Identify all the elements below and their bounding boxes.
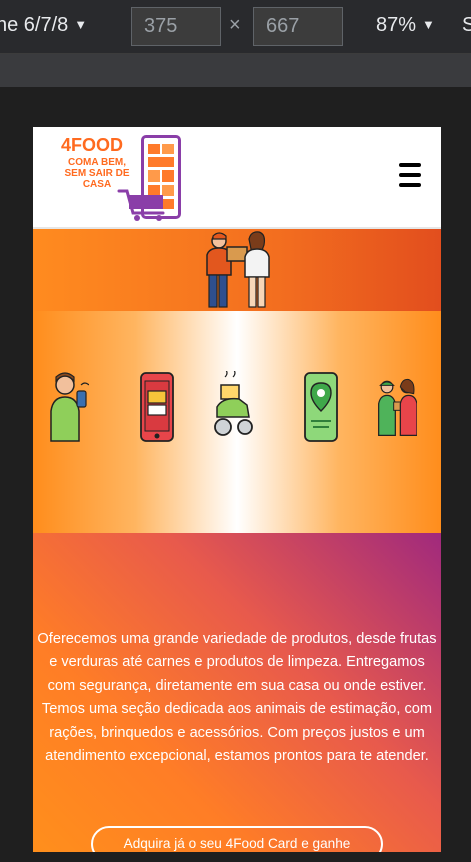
hamburger-menu-icon[interactable] <box>399 163 421 189</box>
about-description: Oferecemos uma grande variedade de produ… <box>37 631 437 765</box>
map-location-icon <box>304 372 338 442</box>
devtools-media-query-bar <box>0 54 471 87</box>
hero-band <box>33 229 441 311</box>
device-name: ne 6/7/8 <box>0 14 69 36</box>
device-dropdown-arrow-icon: ▼ <box>74 17 88 32</box>
brand-logo[interactable]: 4FOOD COMA BEM, SEM SAIR DE CASA <box>57 133 187 223</box>
viewport-height-input[interactable]: 667 <box>253 7 343 46</box>
zoom-value: 87% <box>376 14 417 36</box>
site-header: 4FOOD COMA BEM, SEM SAIR DE CASA <box>33 127 441 229</box>
customer-phone-icon <box>50 372 89 442</box>
how-it-works-band <box>33 311 441 533</box>
logo-tagline-line2: SEM SAIR DE <box>64 168 130 179</box>
delivery-handoff-icon <box>206 231 270 308</box>
about-section: Oferecemos uma grande variedade de produ… <box>33 533 441 852</box>
device-selector[interactable]: ne 6/7/8 ▼ <box>0 14 87 37</box>
logo-tagline-line1: COMA BEM, <box>68 157 126 168</box>
mobile-viewport: 4FOOD COMA BEM, SEM SAIR DE CASA Oferece… <box>33 127 441 852</box>
get-4food-card-button[interactable]: Adquira já o seu 4Food Card e ganhe <box>91 826 383 852</box>
viewport-width-input[interactable]: 375 <box>131 7 221 46</box>
shopping-cart-icon <box>117 189 165 221</box>
zoom-selector[interactable]: 87% ▼ <box>376 14 435 37</box>
throttling-selector-partial[interactable]: S <box>462 14 471 37</box>
devtools-device-toolbar: ne 6/7/8 ▼ 375 × 667 87% ▼ S <box>0 0 471 54</box>
logo-title: 4FOOD <box>61 135 124 155</box>
store-app-icon <box>140 372 174 442</box>
order-received-icon <box>378 378 417 436</box>
dimension-times-label: × <box>229 14 241 36</box>
zoom-dropdown-arrow-icon: ▼ <box>422 17 435 32</box>
delivery-scooter-icon <box>214 371 253 436</box>
